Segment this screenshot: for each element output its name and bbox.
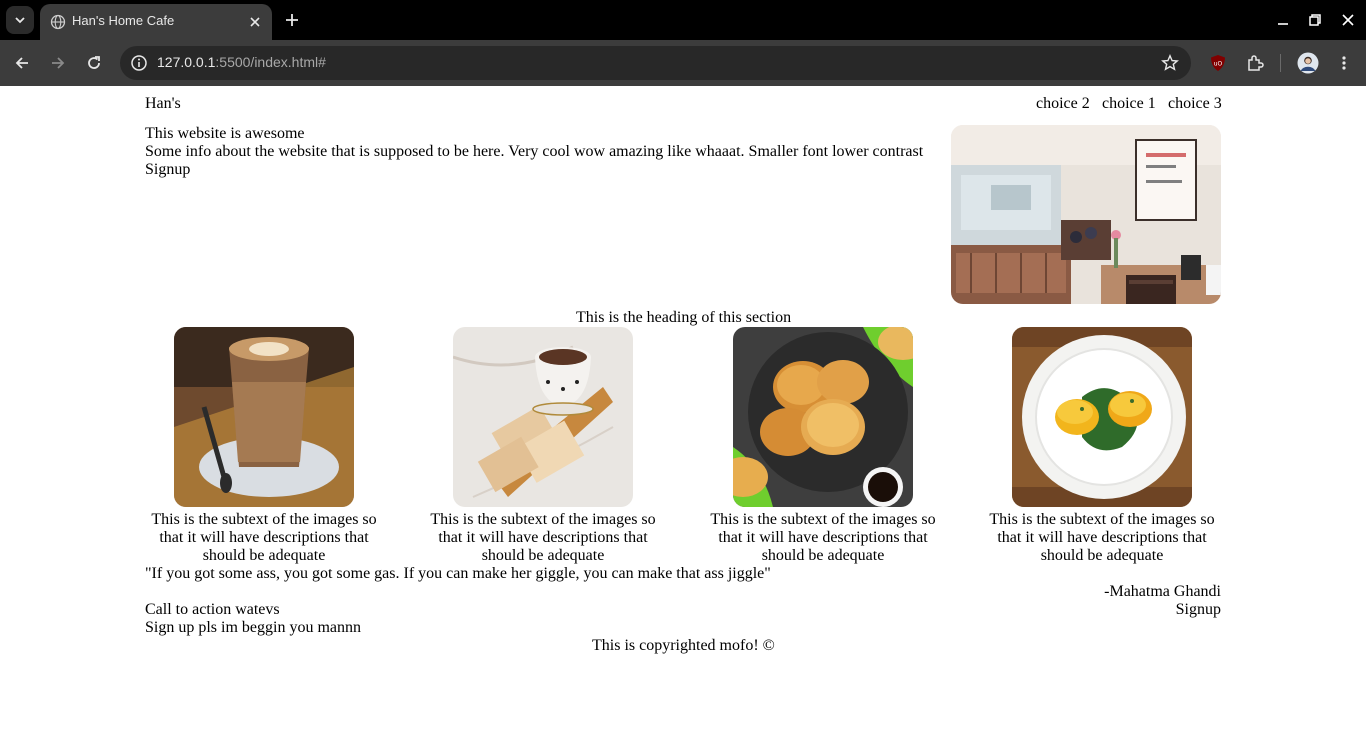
hero-title: This website is awesome <box>145 125 305 142</box>
hero-cafe-image <box>951 125 1221 304</box>
browser-toolbar: 127.0.0.1:5500/index.html# uO <box>0 40 1366 86</box>
close-icon <box>1342 14 1354 26</box>
address-bar[interactable]: 127.0.0.1:5500/index.html# <box>120 46 1191 80</box>
svg-text:uO: uO <box>1214 61 1223 68</box>
chevron-down-icon <box>15 17 25 24</box>
nav-choice-3[interactable]: choice 3 <box>1168 95 1222 113</box>
arrow-left-icon <box>15 57 28 69</box>
ublock-icon: uO <box>1211 55 1225 71</box>
web-page: Han's choice 2 choice 1 choice 3 This we… <box>0 86 1366 744</box>
cta-text: Sign up pls im beggin you mannn <box>145 619 361 636</box>
url-host: 127.0.0.1 <box>157 54 216 70</box>
plus-icon <box>286 14 298 26</box>
card-image-cocoa <box>453 327 633 507</box>
profile-button[interactable] <box>1296 51 1320 75</box>
star-icon[interactable] <box>1161 54 1179 72</box>
forward-button[interactable] <box>46 51 70 75</box>
card-caption-1: This is the subtext of the images so tha… <box>151 511 377 564</box>
hero-signup-link[interactable]: Signup <box>145 161 190 179</box>
active-tab[interactable]: Han's Home Cafe <box>40 4 272 40</box>
card-image-eggs <box>1012 327 1192 507</box>
toolbar-divider <box>1280 54 1281 72</box>
puzzle-icon <box>1248 55 1264 71</box>
close-icon <box>250 17 260 27</box>
card-caption-3: This is the subtext of the images so tha… <box>710 511 936 564</box>
new-tab-button[interactable] <box>282 10 302 30</box>
card-caption-4: This is the subtext of the images so tha… <box>989 511 1215 564</box>
tab-strip: Han's Home Cafe <box>0 0 1366 40</box>
more-vertical-icon <box>1342 56 1346 70</box>
restore-button[interactable] <box>1305 10 1325 30</box>
browser-menu-button[interactable] <box>1332 51 1356 75</box>
arrow-right-icon <box>52 57 65 69</box>
brand-logo[interactable]: Han's <box>145 95 181 113</box>
globe-icon <box>50 14 66 30</box>
card-image-latte <box>174 327 354 507</box>
minimize-button[interactable] <box>1273 10 1293 30</box>
ublock-extension-button[interactable]: uO <box>1206 51 1230 75</box>
testimonial-quote: "If you got some ass, you got some gas. … <box>145 565 771 582</box>
site-info-icon[interactable] <box>130 54 148 72</box>
section-heading: This is the heading of this section <box>576 309 792 326</box>
testimonial-author: -Mahatma Ghandi <box>1104 583 1221 600</box>
card-caption-2: This is the subtext of the images so tha… <box>430 511 656 564</box>
reload-icon <box>88 56 100 69</box>
reload-button[interactable] <box>82 51 106 75</box>
hero-description: Some info about the website that is supp… <box>145 143 924 160</box>
footer-copyright: This is copyrighted mofo! © <box>592 637 775 654</box>
close-window-button[interactable] <box>1338 10 1358 30</box>
minimize-icon <box>1278 23 1288 25</box>
tab-title: Han's Home Cafe <box>72 13 175 28</box>
nav-choice-2[interactable]: choice 2 <box>1036 95 1090 113</box>
testimonial-signup-link[interactable]: Signup <box>1176 601 1221 619</box>
back-button[interactable] <box>10 51 34 75</box>
cta-title: Call to action watevs <box>145 601 280 618</box>
url-path: :5500/index.html# <box>215 54 326 70</box>
avatar <box>1297 52 1319 74</box>
url-text[interactable]: 127.0.0.1:5500/index.html# <box>157 54 326 70</box>
restore-icon <box>1309 14 1321 26</box>
tab-search-button[interactable] <box>6 6 34 34</box>
nav-choice-1[interactable]: choice 1 <box>1102 95 1156 113</box>
card-image-pancakes <box>733 327 913 507</box>
extensions-button[interactable] <box>1243 51 1267 75</box>
tab-close-button[interactable] <box>246 13 264 31</box>
